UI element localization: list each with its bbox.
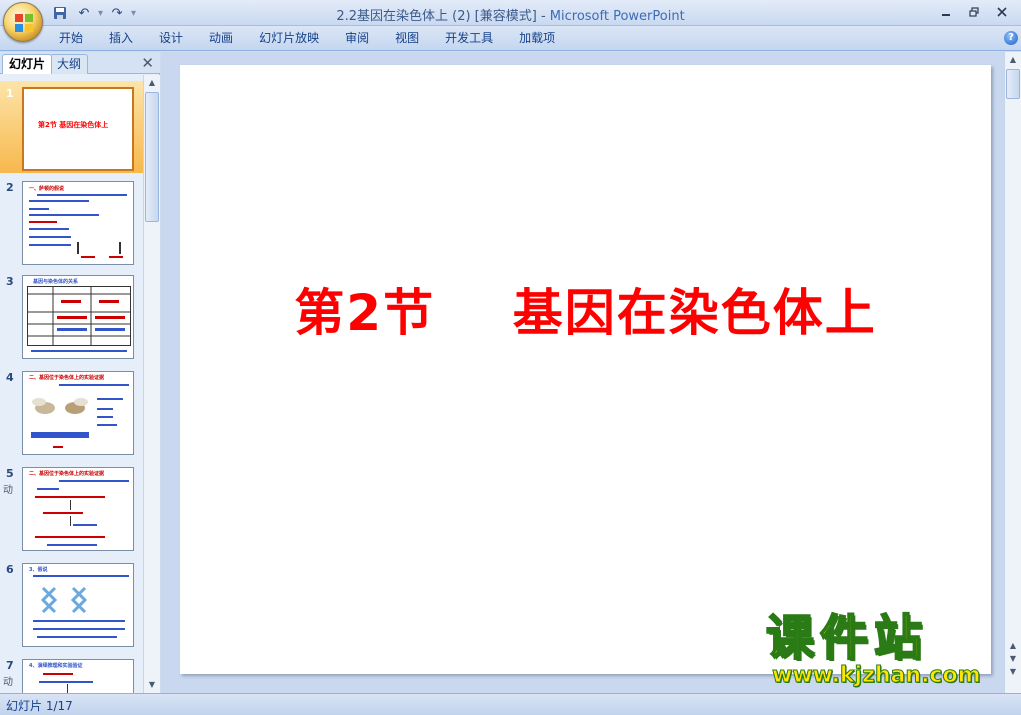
office-logo-icon <box>15 14 33 32</box>
thumbnail-title: 3、假说 <box>29 567 48 573</box>
thumbnail-title: 基因与染色体的关系 <box>33 279 79 285</box>
scroll-down-icon[interactable]: ▼ <box>1005 666 1021 678</box>
ribbon-tab-bar: 开始 插入 设计 动画 幻灯片放映 审阅 视图 开发工具 加载项 ? <box>0 26 1021 51</box>
slide-preview: 基因与染色体的关系 <box>22 275 134 359</box>
slide-title[interactable]: 第2节 基因在染色体上 <box>180 273 991 345</box>
office-button[interactable] <box>3 2 43 42</box>
scroll-up-icon[interactable]: ▲ <box>1005 54 1021 66</box>
thumbnail-title: 二、基因位于染色体上的实验证据 <box>29 471 105 477</box>
app-name: Microsoft PowerPoint <box>549 9 685 24</box>
tab-slideshow[interactable]: 幻灯片放映 <box>246 30 332 47</box>
slide-thumbnail-6[interactable]: 6 3、假说 <box>0 557 143 649</box>
tab-outline[interactable]: 大纲 <box>50 54 89 74</box>
close-icon[interactable] <box>989 2 1015 22</box>
thumbnail-table <box>27 286 131 346</box>
chromosome-image <box>40 586 88 614</box>
watermark-url: www.kjzhan.com <box>772 663 982 688</box>
slide-preview: 二、基因位于染色体上的实验证据 <box>22 467 134 551</box>
tab-design[interactable]: 设计 <box>146 30 196 47</box>
slide-preview: 一、萨顿的假说 <box>22 181 134 265</box>
slide-thumbnail-3[interactable]: 3 基因与染色体的关系 <box>0 269 143 361</box>
help-icon[interactable]: ? <box>1004 31 1018 45</box>
slide-number: 4 <box>6 371 14 384</box>
animation-icon: 动 <box>3 677 13 688</box>
thumbnail-title: 一、萨顿的假说 <box>29 186 65 192</box>
slide-number: 5 <box>6 467 14 480</box>
scrollbar-thumb[interactable] <box>145 92 159 222</box>
slide-thumbnail-7[interactable]: 7 动 4、演绎推理和实验验证 <box>0 653 143 693</box>
slide-editing-area: 第2节 基因在染色体上 <box>161 52 1004 693</box>
slide-number: 1 <box>6 87 14 100</box>
watermark-logo: 课件站 www.kjzhan.com <box>765 610 1006 690</box>
slide-thumbnail-1[interactable]: 1 第2节 基因在染色体上 <box>0 81 143 173</box>
previous-slide-icon[interactable]: ▲ <box>1005 640 1021 652</box>
slide-number: 7 <box>6 659 14 672</box>
document-title: 2.2基因在染色体上 (2) [兼容模式] <box>336 9 537 24</box>
slide-number: 2 <box>6 181 14 194</box>
slide-number: 3 <box>6 275 14 288</box>
watermark-text: 课件站 <box>765 610 929 666</box>
restore-icon[interactable] <box>961 2 987 22</box>
slide-thumbnail-2[interactable]: 2 一、萨顿的假说 <box>0 175 143 267</box>
panel-tabs: 幻灯片 大纲 ✕ <box>0 52 160 74</box>
window-controls <box>933 2 1015 22</box>
next-slide-icon[interactable]: ▼ <box>1005 653 1021 665</box>
slide-preview: 二、基因位于染色体上的实验证据 <box>22 371 134 455</box>
slide-scrollbar[interactable]: ▲ ▲ ▼ ▼ <box>1004 52 1021 693</box>
current-slide[interactable]: 第2节 基因在染色体上 <box>180 65 991 674</box>
slide-number: 6 <box>6 563 14 576</box>
slide-counter: 幻灯片 1/17 <box>6 699 73 713</box>
tab-slides[interactable]: 幻灯片 <box>2 54 53 74</box>
fruit-fly-image <box>32 398 88 414</box>
tab-developer[interactable]: 开发工具 <box>432 30 506 47</box>
slide-preview: 4、演绎推理和实验验证 <box>22 659 134 693</box>
minimize-icon[interactable] <box>933 2 959 22</box>
status-bar: 幻灯片 1/17 <box>0 693 1021 715</box>
slide-preview: 3、假说 <box>22 563 134 647</box>
slides-panel: 幻灯片 大纲 ✕ 1 第2节 基因在染色体上 2 一、萨顿的假说 3 基因与染色… <box>0 52 160 693</box>
tab-animations[interactable]: 动画 <box>196 30 246 47</box>
tab-home[interactable]: 开始 <box>46 30 96 47</box>
thumbnail-title: 二、基因位于染色体上的实验证据 <box>29 375 105 381</box>
scroll-up-icon[interactable]: ▲ <box>144 75 160 91</box>
scroll-down-icon[interactable]: ▼ <box>144 677 160 693</box>
tab-view[interactable]: 视图 <box>382 30 432 47</box>
slide-preview: 第2节 基因在染色体上 <box>22 87 134 171</box>
thumbnail-title: 4、演绎推理和实验验证 <box>29 663 83 669</box>
slide-thumbnail-list: 1 第2节 基因在染色体上 2 一、萨顿的假说 3 基因与染色体的关系 4 二、… <box>0 75 143 693</box>
close-panel-icon[interactable]: ✕ <box>141 54 154 72</box>
tab-insert[interactable]: 插入 <box>96 30 146 47</box>
thumbnail-scrollbar[interactable]: ▲ ▼ <box>143 75 160 693</box>
scrollbar-thumb[interactable] <box>1006 69 1020 99</box>
tab-addins[interactable]: 加载项 <box>506 30 568 47</box>
slide-thumbnail-4[interactable]: 4 二、基因位于染色体上的实验证据 <box>0 365 143 457</box>
slide-thumbnail-5[interactable]: 5 动 二、基因位于染色体上的实验证据 <box>0 461 143 553</box>
animation-icon: 动 <box>3 485 13 496</box>
title-bar: ↶ ▾ ↷ ▾ 2.2基因在染色体上 (2) [兼容模式] - Microsof… <box>0 0 1021 42</box>
window-title: 2.2基因在染色体上 (2) [兼容模式] - Microsoft PowerP… <box>336 9 685 24</box>
thumbnail-title: 第2节 基因在染色体上 <box>38 121 109 129</box>
tab-review[interactable]: 审阅 <box>332 30 382 47</box>
